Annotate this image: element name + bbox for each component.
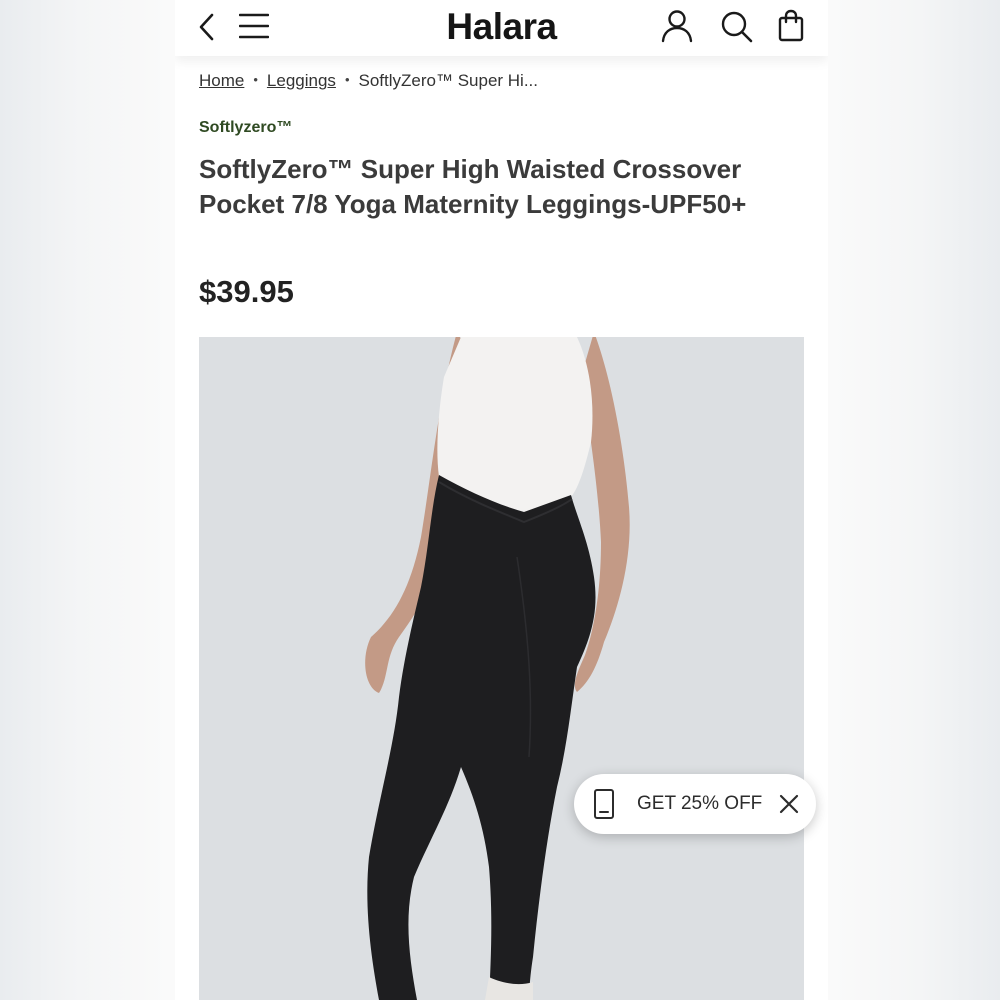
search-icon[interactable] (720, 10, 754, 44)
breadcrumb-separator: • (253, 72, 258, 87)
close-icon[interactable] (779, 794, 799, 814)
breadcrumb-home-link[interactable]: Home (199, 71, 244, 90)
product-title: SoftlyZero™ Super High Waisted Crossover… (199, 154, 747, 219)
breadcrumb: Home • Leggings • SoftlyZero™ Super Hi... (199, 71, 538, 91)
product-page: Halara Home • Leggings • SoftlyZero™ Super H… (175, 0, 828, 1000)
discount-promo-pill[interactable]: GET 25% OFF (574, 774, 816, 834)
promo-label[interactable]: GET 25% OFF (637, 793, 762, 815)
top-navigation-bar: Halara (175, 0, 828, 56)
product-brand-link[interactable]: Softlyzero™ (199, 119, 292, 137)
breadcrumb-current: SoftlyZero™ Super Hi... (358, 71, 539, 90)
product-price: $39.95 (199, 274, 294, 309)
phone-icon (593, 788, 615, 820)
account-icon[interactable] (661, 9, 693, 43)
breadcrumb-separator: • (344, 72, 350, 87)
shopping-bag-icon[interactable] (778, 9, 804, 43)
breadcrumb-leggings-link[interactable]: Leggings (267, 71, 336, 90)
product-image[interactable] (199, 337, 804, 1000)
